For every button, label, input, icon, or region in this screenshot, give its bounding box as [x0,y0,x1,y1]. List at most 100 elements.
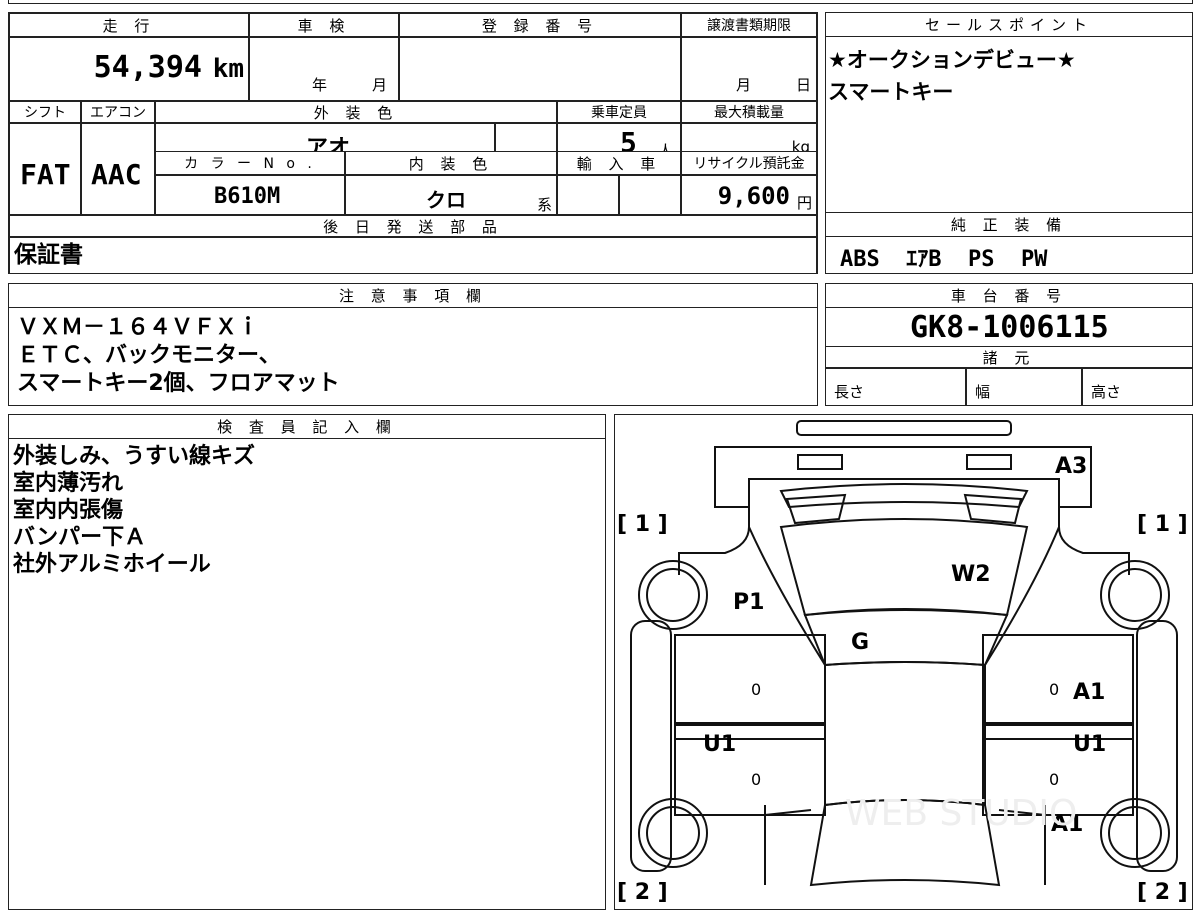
mark-a3: A3 [1055,454,1087,479]
inspection-header: 車 検 [249,13,399,37]
roof [824,661,986,807]
wheel-front-right [1100,560,1170,630]
interior-color-value: クロ [426,188,466,212]
recycle-unit: 円 [796,194,812,212]
top-stub [8,0,1193,4]
front-grille [779,483,1029,509]
roof-front [803,609,1009,667]
later-parts-cell: 保証書 [9,237,817,273]
aircon-value: AAC [91,158,142,191]
later-parts-header: 後 日 発 送 部 品 [9,215,817,237]
wheel-label-rear-right: [ 2 ] [1137,880,1188,905]
car-diagram: A3 W2 P1 G A1 U1 U1 A1 [ 1 ] [ 1 ] [ 2 ]… [617,420,1188,905]
wheel-front-left-inner [646,568,700,622]
zero-rear-right: 0 [1049,770,1059,789]
inspector-box: 検 査 員 記 入 欄 外装しみ、うすい線キズ 室内薄汚れ 室内内張傷 バンパー… [8,414,606,910]
vehicle-info-table: 走 行 車 検 登 録 番 号 譲渡書類期限 54,394 km 年 月 月 日… [8,12,818,274]
chassis-header: 車 台 番 号 [826,284,1192,308]
wheel-label-front-right: [ 1 ] [1137,512,1188,537]
door-rear-left [674,738,826,816]
transfer-month: 月 [736,76,752,94]
inspector-line-1: 外装しみ、うすい線キズ [13,444,256,469]
wheel-front-left [638,560,708,630]
shift-value: FAT [20,158,71,191]
interior-color-header: 内 装 色 [345,151,557,175]
capacity-header: 乗車定員 [557,101,681,123]
spec-height-cell: 高さ [1082,368,1192,405]
notes-line-2: ＥＴＣ、バックモニター、 [17,343,281,368]
transfer-deadline-header: 譲渡書類期限 [681,13,817,37]
transfer-day: 日 [796,76,812,94]
mark-a1-front-right: A1 [1073,680,1105,705]
wheel-rear-right [1100,798,1170,868]
zero-front-right: 0 [1049,680,1059,699]
zero-front-left: 0 [751,680,761,699]
wheel-rear-left-inner [646,806,700,860]
wheel-label-rear-left: [ 2 ] [617,880,668,905]
front-bumper [796,420,1012,436]
max-load-header: 最大積載量 [681,101,817,123]
notes-line-3: スマートキー2個、フロアマット [17,371,340,396]
specs-header: 諸 元 [826,346,1192,368]
spec-height-label: 高さ [1091,383,1122,401]
headlight-right [963,493,1023,525]
zero-rear-left: 0 [751,770,761,789]
interior-color-cell: クロ 系 [345,175,557,215]
wheel-front-right-inner [1108,568,1162,622]
color-no-header: カ ラ ー N o . [155,151,345,175]
inspector-header: 検 査 員 記 入 欄 [9,415,605,439]
spec-length-cell: 長さ [826,368,966,405]
registration-cell [399,37,681,101]
mileage-value: 54,394 [93,50,202,85]
color-no-value: B610M [214,184,281,209]
aircon-cell: AAC [81,123,155,215]
exterior-color-header: 外 装 色 [155,101,557,123]
recycle-value: 9,600 [717,182,790,210]
recycle-cell: 9,600 円 [681,175,817,215]
sales-points-box: セールスポイント ★オークションデビュー★ スマートキー [825,12,1193,213]
chassis-value: GK8-1006115 [910,310,1109,345]
mark-p1: P1 [733,590,764,615]
door-front-left [674,634,826,726]
inspector-line-3: 室内内張傷 [13,498,124,523]
import-cell-b [619,175,681,215]
mileage-unit: km [212,54,244,84]
headlight-left [785,493,847,525]
inspector-line-2: 室内薄汚れ [13,471,124,496]
mark-u1-left: U1 [703,732,736,757]
sales-points-header: セールスポイント [826,13,1192,37]
inspector-line-4: バンパー下Ａ [13,525,147,550]
side-sill-right [1136,620,1178,872]
inspection-cell: 年 月 [249,37,399,101]
watermark: WEB STUDIO [845,793,1077,834]
chassis-box: 車 台 番 号 GK8-1006115 諸 元 長さ 幅 高さ [825,283,1193,406]
aircon-header: エアコン [81,101,155,123]
front-light-right [966,454,1012,470]
a-pillars [748,526,1060,666]
spec-length-label: 長さ [834,383,865,401]
car-diagram-box: A3 W2 P1 G A1 U1 U1 A1 [ 1 ] [ 1 ] [ 2 ]… [614,414,1193,910]
mark-w2: W2 [951,562,991,587]
spec-width-cell: 幅 [966,368,1082,405]
inspector-line-5: 社外アルミホイール [13,552,211,577]
inspection-year: 年 [312,76,328,94]
hood-panel [714,446,1092,508]
interior-color-unit: 系 [536,196,552,214]
transfer-deadline-cell: 月 日 [681,37,817,101]
genuine-equipment-header: 純 正 装 備 [826,213,1192,237]
front-fenders [678,507,1130,575]
shift-header: シフト [9,101,81,123]
side-sill-left [630,620,672,872]
spec-width-label: 幅 [975,383,991,401]
later-parts-value: 保証書 [14,242,83,268]
front-light-left [797,454,843,470]
sales-points-line-2: スマートキー [828,80,954,104]
wheel-rear-right-inner [1108,806,1162,860]
genuine-equipment-box: 純 正 装 備 ABS ｴｱB PS PW [825,212,1193,274]
recycle-header: リサイクル預託金 [681,151,817,175]
sales-points-line-1: ★オークションデビュー★ [828,48,1076,72]
mark-g: G [851,630,869,655]
mark-u1-right: U1 [1073,732,1106,757]
genuine-equipment-value: ABS ｴｱB PS PW [840,247,1048,272]
shift-cell: FAT [9,123,81,215]
